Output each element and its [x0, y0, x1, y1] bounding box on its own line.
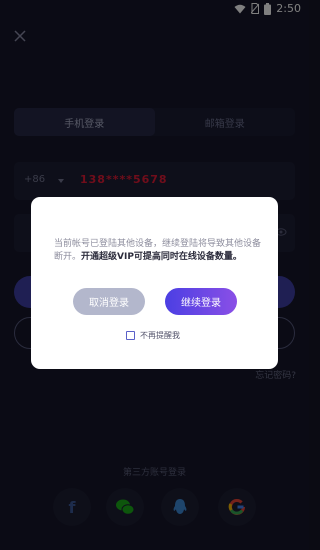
dont-remind-option[interactable]: 不再提醒我 [126, 330, 180, 341]
dialog-vip-message: 开通超级VIP可提高同时在线设备数量。 [81, 252, 242, 262]
continue-login-button[interactable]: 继续登录 [165, 288, 237, 315]
cancel-login-button[interactable]: 取消登录 [73, 288, 145, 315]
device-conflict-dialog: 当前帐号已登陆其他设备，继续登陆将导致其他设备断开。开通超级VIP可提高同时在线… [31, 197, 278, 369]
dialog-message: 当前帐号已登陆其他设备，继续登陆将导致其他设备断开。开通超级VIP可提高同时在线… [54, 238, 261, 264]
dont-remind-checkbox[interactable] [126, 331, 135, 340]
dont-remind-label: 不再提醒我 [140, 331, 180, 340]
